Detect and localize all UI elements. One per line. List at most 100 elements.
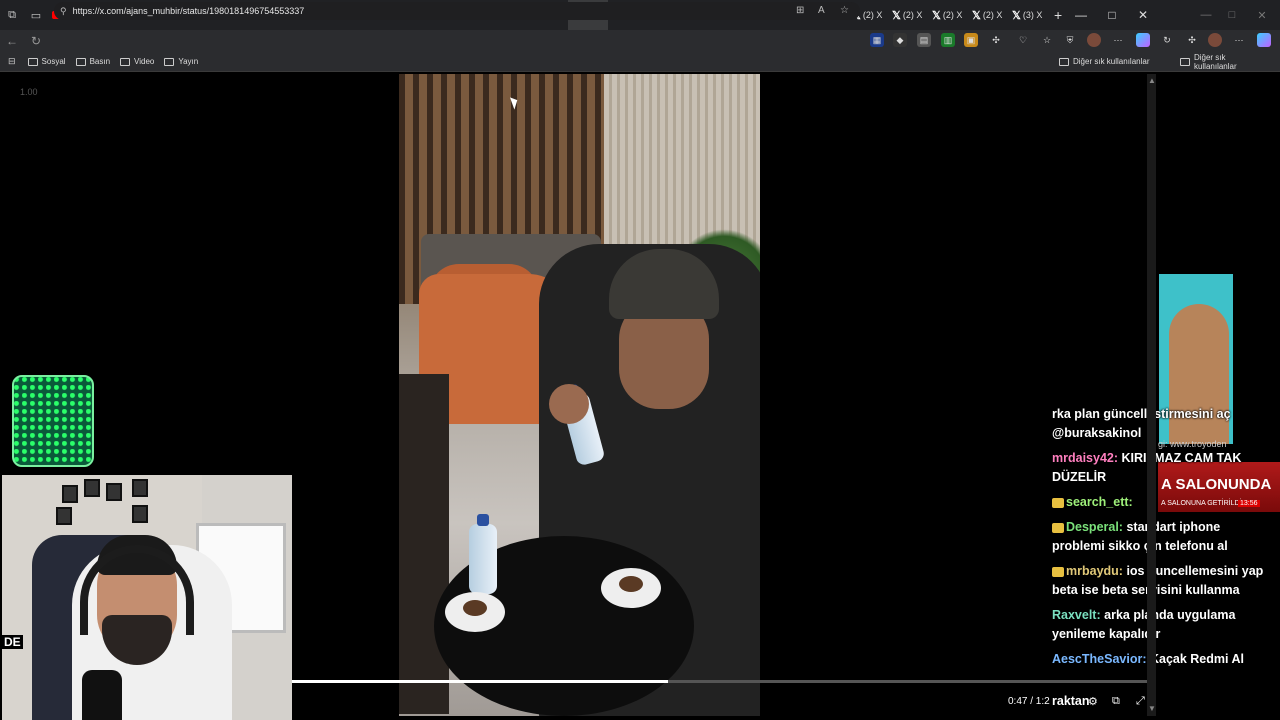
picture-frame <box>132 505 148 523</box>
pip-icon[interactable]: ⧉ <box>1112 695 1120 708</box>
extension-icon[interactable]: ▤ <box>917 33 931 47</box>
bookmark-label: Sosyal <box>41 57 66 66</box>
webcam-label: DE <box>2 635 23 649</box>
other-favorites[interactable]: Diğer sık kullanılanlar <box>1059 57 1149 66</box>
chat-message: AescTheSavior: Kaçak Redmi Al <box>1052 650 1274 669</box>
water-bottle <box>469 514 497 594</box>
settings-icon[interactable]: ⚙ <box>1088 695 1098 708</box>
browser-essentials-icon[interactable]: ♡ <box>1016 33 1030 47</box>
other-favorites-label: Diğer sık kullanılanlar <box>1073 57 1150 66</box>
favorites-icon[interactable]: ☆ <box>1040 33 1054 47</box>
tab-23[interactable]: 𝕏 (2) X <box>968 0 1008 30</box>
bookmark-folder[interactable]: Basın <box>75 57 110 66</box>
chat-message: rka plan güncellestirmesini aç @buraksak… <box>1052 405 1274 443</box>
bookmark-label: Video <box>134 57 155 66</box>
tab-21[interactable]: 𝕏 (2) X <box>888 0 928 30</box>
gem-jar-widget <box>12 375 94 467</box>
progress-bar[interactable] <box>292 680 1147 683</box>
scroll-down-icon[interactable]: ▼ <box>1148 704 1156 713</box>
chat-username: AescTheSavior: <box>1052 652 1147 666</box>
extension-icon[interactable]: ◆ <box>893 33 907 47</box>
folder-icon <box>120 57 131 66</box>
picture-frame <box>106 483 122 501</box>
bookmark-folder[interactable]: Yayın <box>164 57 198 66</box>
extension-icon[interactable]: ▦ <box>870 33 884 47</box>
time-display: 0:47 / 1:2 <box>1008 696 1050 707</box>
scroll-up-icon[interactable]: ▲ <box>1148 76 1156 85</box>
maximize-button[interactable]: □ <box>1097 0 1127 30</box>
url-text: https://x.com/ajans_muhbir/status/198018… <box>72 6 305 16</box>
close-window-button[interactable]: ✕ <box>1128 0 1158 30</box>
folder-icon <box>1059 57 1069 66</box>
chat-username: mrdaisy42: <box>1052 451 1119 465</box>
bg-maximize-icon: □ <box>1228 9 1236 21</box>
tab-24[interactable]: 𝕏 (3) X <box>1008 0 1048 30</box>
site-info-icon[interactable]: ⚲ <box>60 6 67 17</box>
back-button[interactable]: ← <box>0 34 24 48</box>
picture-frame <box>62 485 78 503</box>
microphone <box>82 670 122 720</box>
hand <box>549 384 589 424</box>
folder-icon <box>27 57 38 66</box>
chat-message: search_ett: <box>1052 493 1274 512</box>
zoom-level: 1.00 <box>20 87 38 97</box>
minimize-button[interactable]: — <box>1066 0 1096 30</box>
chat-message: Raxvelt: arka planda uygulama yenileme k… <box>1052 606 1274 644</box>
chat-badge-icon <box>1052 566 1064 577</box>
picture-frame <box>56 507 72 525</box>
picture-frame <box>132 479 148 497</box>
folder-icon <box>164 57 175 66</box>
x-logo-icon: 𝕏 <box>1012 9 1021 22</box>
chat-message: mrbaydu: ios guncellemesini yap beta ise… <box>1052 562 1274 600</box>
x-logo-icon: 𝕏 <box>892 9 901 22</box>
bg-minimize-icon: — <box>1200 9 1212 21</box>
person-arm <box>399 374 449 714</box>
app-available-icon[interactable]: ⊞ <box>796 5 804 16</box>
other-favorites-bg-label: Diğer sık kullanılanlar <box>1193 52 1237 71</box>
tab-label: (2) X <box>902 10 923 20</box>
tab-22[interactable]: 𝕏 (2) X <box>928 0 968 30</box>
tab-label: (3) X <box>1022 10 1043 20</box>
more-menu-icon[interactable]: ⋯ <box>1111 33 1125 47</box>
chat-username: search_ett: <box>1066 495 1133 509</box>
copilot-icon[interactable] <box>1136 33 1150 47</box>
favorite-star-icon[interactable]: ☆ <box>840 5 849 16</box>
refresh-icon: ↻ <box>1163 34 1171 45</box>
workspaces-icon[interactable]: ⧉ <box>0 0 24 30</box>
shield-icon[interactable]: ⛨ <box>1063 33 1077 47</box>
tab-actions-icon[interactable]: ▭ <box>24 0 48 30</box>
other-favorites-bg: Diğer sık kullanılanlar <box>1180 53 1270 71</box>
bookmark-folder[interactable]: Video <box>120 57 154 66</box>
picture-frame <box>84 479 100 497</box>
tab-label: (2) X <box>862 10 883 20</box>
chat-badge-icon <box>1052 497 1064 508</box>
refresh-button[interactable]: ↻ <box>24 34 48 48</box>
scrollbar[interactable] <box>1147 74 1156 716</box>
folder-icon <box>1180 57 1190 66</box>
chat-text: rka plan güncellestirmesini aç @buraksak… <box>1052 407 1231 440</box>
coffee-cup <box>445 592 505 632</box>
bookmarks-bar: ⊟ Sosyal Basın Video Yayın Diğer sık kullan… <box>0 52 1280 72</box>
extensions-puzzle-icon[interactable]: ✣ <box>989 33 1003 47</box>
tab-label: (2) X <box>982 10 1003 20</box>
read-aloud-icon[interactable]: A <box>818 5 825 16</box>
chat-message: mrdaisy42: KIRILMAZ CAM TAK DÜZELİR <box>1052 449 1274 487</box>
copilot-icon <box>1257 33 1271 47</box>
extension-icon[interactable]: ▥ <box>941 33 955 47</box>
profile-avatar[interactable] <box>1087 33 1101 47</box>
bookmark-folder[interactable]: Sosyal <box>27 57 66 66</box>
url-field[interactable]: ⚲ https://x.com/ajans_muhbir/status/1980… <box>54 2 860 20</box>
extension-icon[interactable]: ▣ <box>964 33 978 47</box>
sidebar-toggle-icon[interactable]: ⊟ <box>8 56 16 67</box>
more-menu-icon: ⋯ <box>1234 34 1244 45</box>
profile-avatar <box>1208 33 1222 47</box>
video-frame[interactable] <box>399 74 760 716</box>
chat-badge-icon <box>1052 522 1064 533</box>
chat-overlay: rka plan güncellestirmesini aç @buraksak… <box>1052 405 1274 675</box>
fullscreen-icon[interactable]: ⤢ <box>1136 695 1145 708</box>
chat-tail-text: raktan <box>1052 694 1090 708</box>
coffee-cup <box>601 568 661 608</box>
bg-close-icon: ✕ <box>1257 9 1267 22</box>
chat-message: Desperal: standart iphone problemi sikko… <box>1052 518 1274 556</box>
tab-label: (2) X <box>942 10 963 20</box>
